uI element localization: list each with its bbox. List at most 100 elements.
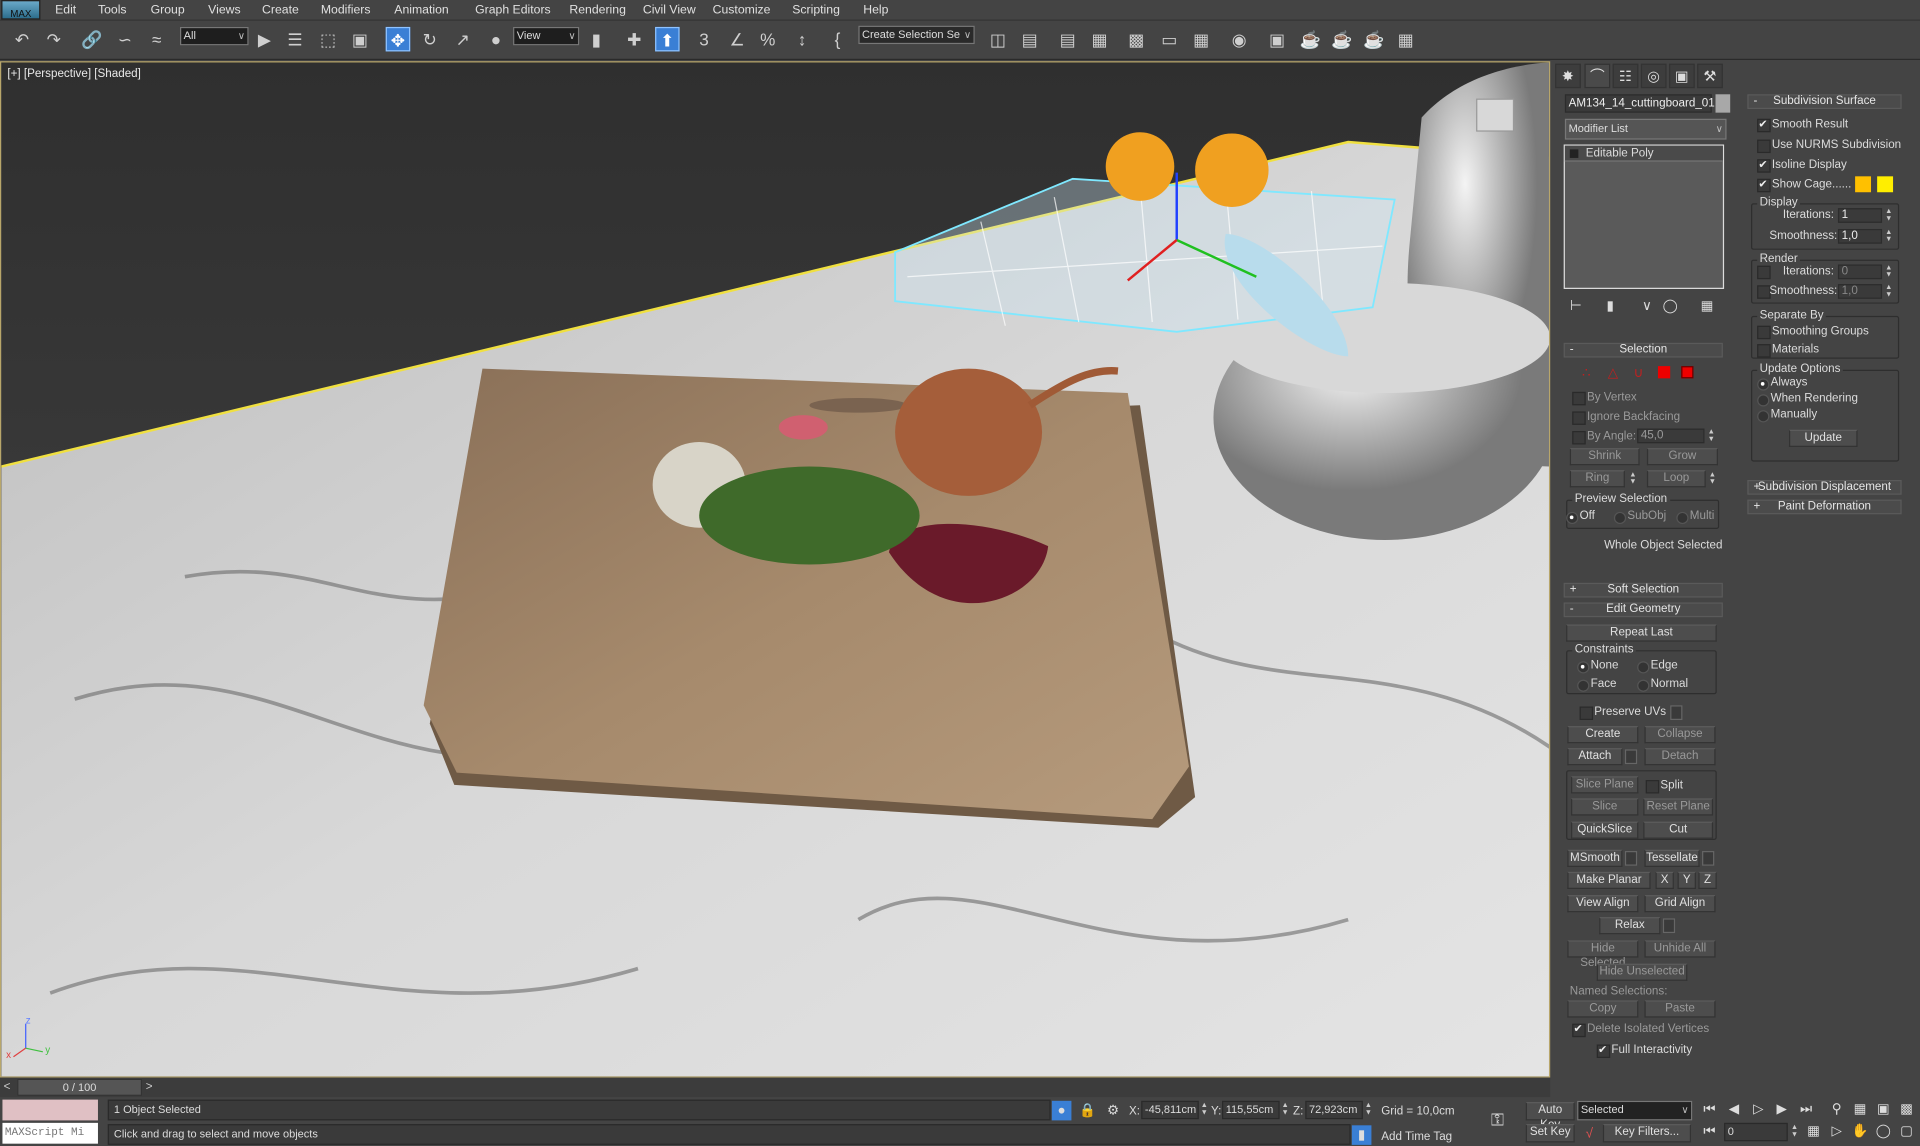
make-unique-icon[interactable]: ∨ bbox=[1637, 296, 1657, 316]
msmooth-settings-icon[interactable] bbox=[1624, 851, 1638, 866]
paint-deformation-rollout-header[interactable]: + Paint Deformation bbox=[1747, 499, 1902, 515]
current-frame-spinner[interactable]: ▲ ▼ bbox=[1790, 1124, 1799, 1139]
soft-selection-rollout-header[interactable]: + Soft Selection bbox=[1563, 582, 1723, 598]
reset-plane-button[interactable]: Reset Plane bbox=[1643, 798, 1714, 816]
split-checkbox[interactable]: Split bbox=[1645, 779, 1683, 794]
relax-settings-icon[interactable] bbox=[1662, 918, 1676, 934]
viewport-label[interactable]: [+] [Perspective] [Shaded] bbox=[7, 67, 141, 80]
zoom-extents-icon[interactable]: ▣ bbox=[1873, 1100, 1893, 1120]
planar-z-button[interactable]: Z bbox=[1698, 871, 1717, 889]
preview-subobj-radio[interactable]: SubObj bbox=[1613, 509, 1666, 525]
materials-checkbox[interactable]: Materials bbox=[1757, 343, 1819, 358]
key-filters-button[interactable]: Key Filters... bbox=[1602, 1124, 1692, 1143]
display-smoothness-spinner[interactable]: ▲ ▼ bbox=[1884, 229, 1893, 244]
z-coordinate-field[interactable]: 72,923cm bbox=[1305, 1100, 1363, 1120]
mirror-icon[interactable]: ◫ bbox=[986, 27, 1010, 51]
select-and-place-icon[interactable]: ● bbox=[484, 27, 508, 51]
keyboard-shortcut-override-icon[interactable]: ⬆ bbox=[655, 26, 680, 52]
show-end-result-icon[interactable]: ▮ bbox=[1600, 296, 1620, 316]
expand-icon[interactable] bbox=[1569, 149, 1579, 158]
slice-plane-button[interactable]: Slice Plane bbox=[1571, 776, 1639, 794]
configure-modifier-sets-icon[interactable]: ▦ bbox=[1697, 296, 1717, 316]
select-and-rotate-icon[interactable]: ↻ bbox=[418, 27, 442, 51]
play-icon[interactable]: ▷ bbox=[1749, 1100, 1769, 1120]
tessellate-settings-icon[interactable] bbox=[1702, 851, 1715, 866]
preserve-uvs-checkbox[interactable]: Preserve UVs bbox=[1579, 705, 1666, 721]
cage-color-swatch[interactable] bbox=[1855, 176, 1872, 193]
display-iterations-field[interactable]: 1 bbox=[1837, 208, 1883, 223]
attach-list-icon[interactable] bbox=[1624, 749, 1638, 765]
view-align-button[interactable]: View Align bbox=[1567, 895, 1639, 913]
zoom-extents-all-icon[interactable]: ▩ bbox=[1897, 1100, 1917, 1120]
slice-button[interactable]: Slice bbox=[1571, 798, 1639, 816]
hide-selected-button[interactable]: Hide Selected bbox=[1567, 940, 1639, 970]
planar-x-button[interactable]: X bbox=[1655, 871, 1674, 889]
default-in-out-tangents-key-icon[interactable]: ⚿ bbox=[1488, 1109, 1508, 1129]
cage-selection-color-swatch[interactable] bbox=[1877, 176, 1894, 193]
loop-spinner[interactable]: ▲ ▼ bbox=[1708, 471, 1717, 486]
material-editor-icon[interactable]: ▦ bbox=[1189, 27, 1213, 51]
layer-explorer-icon[interactable]: ▤ bbox=[1056, 27, 1080, 51]
msmooth-button[interactable]: MSmooth bbox=[1567, 849, 1623, 867]
auto-key-button[interactable]: Auto Key bbox=[1525, 1102, 1575, 1131]
y-coordinate-field[interactable]: 115,55cm bbox=[1222, 1100, 1280, 1120]
a360-render-icon[interactable]: ▦ bbox=[1393, 27, 1417, 51]
menu-create[interactable]: Create bbox=[262, 4, 299, 17]
unhide-all-button[interactable]: Unhide All bbox=[1644, 940, 1716, 958]
object-name-field[interactable]: AM134_14_cuttingboard_01 bbox=[1564, 94, 1715, 113]
maximize-viewport-icon[interactable]: ▢ bbox=[1897, 1122, 1917, 1142]
preview-multi-radio[interactable]: Multi bbox=[1676, 509, 1714, 525]
select-by-name-icon[interactable]: ☰ bbox=[283, 27, 307, 51]
update-manually-radio[interactable]: Manually bbox=[1757, 408, 1817, 423]
border-mode-icon[interactable]: ∪ bbox=[1633, 365, 1643, 381]
select-and-scale-icon[interactable]: ↗ bbox=[451, 27, 475, 51]
field-of-view-icon[interactable]: ▷ bbox=[1827, 1122, 1847, 1142]
update-button[interactable]: Update bbox=[1788, 429, 1858, 447]
create-button[interactable]: Create bbox=[1567, 726, 1639, 744]
render-iterations-checkbox[interactable] bbox=[1757, 264, 1772, 280]
window-crossing-icon[interactable]: ▣ bbox=[348, 27, 372, 51]
element-mode-icon[interactable] bbox=[1681, 366, 1694, 379]
smoothing-groups-checkbox[interactable]: Smoothing Groups bbox=[1757, 324, 1869, 340]
unlink-icon[interactable]: ∽ bbox=[113, 27, 137, 51]
key-mode-selection-dropdown[interactable]: Selected bbox=[1577, 1100, 1693, 1121]
ring-button[interactable]: Ring bbox=[1569, 470, 1625, 488]
update-always-radio[interactable]: Always bbox=[1757, 376, 1807, 391]
toggle-ribbon-icon[interactable]: ▦ bbox=[1087, 27, 1111, 51]
render-activeshade-icon[interactable]: ☕ bbox=[1362, 27, 1386, 51]
paste-button[interactable]: Paste bbox=[1644, 1000, 1716, 1018]
menu-scripting[interactable]: Scripting bbox=[792, 4, 840, 17]
align-icon[interactable]: ▤ bbox=[1018, 27, 1042, 51]
select-object-icon[interactable]: ▶ bbox=[252, 27, 276, 51]
render-iterative-icon[interactable]: ☕ bbox=[1330, 27, 1354, 51]
curve-editor-icon[interactable]: ▩ bbox=[1124, 27, 1148, 51]
go-to-start-icon[interactable]: ⏮ bbox=[1700, 1100, 1720, 1120]
menu-edit[interactable]: Edit bbox=[55, 4, 76, 17]
named-selection-sets-field[interactable]: Create Selection Se bbox=[858, 25, 975, 45]
maxscript-listener-output[interactable] bbox=[2, 1099, 98, 1121]
go-to-end-icon[interactable]: ⏭ bbox=[1796, 1100, 1816, 1120]
add-time-tag-label[interactable]: Add Time Tag bbox=[1381, 1130, 1452, 1143]
zoom-all-icon[interactable]: ▦ bbox=[1850, 1100, 1870, 1120]
menu-views[interactable]: Views bbox=[208, 4, 240, 17]
smooth-result-checkbox[interactable]: Smooth Result bbox=[1757, 116, 1848, 133]
pivot-center-icon[interactable]: ▮ bbox=[584, 27, 608, 51]
quickslice-button[interactable]: QuickSlice bbox=[1571, 821, 1639, 839]
modify-tab-icon[interactable]: ⌒ bbox=[1584, 63, 1611, 89]
copy-button[interactable]: Copy bbox=[1567, 1000, 1639, 1018]
key-mode-toggle-icon[interactable]: ⏮ bbox=[1700, 1122, 1720, 1142]
vertex-mode-icon[interactable]: ∴ bbox=[1582, 365, 1591, 381]
x-spinner[interactable]: ▲ ▼ bbox=[1200, 1102, 1209, 1117]
cut-button[interactable]: Cut bbox=[1643, 821, 1714, 839]
full-interactivity-checkbox[interactable]: Full Interactivity bbox=[1596, 1042, 1692, 1058]
selection-rollout-header[interactable]: - Selection bbox=[1563, 342, 1723, 358]
maxscript-mini-listener[interactable]: MAXScript Mi bbox=[2, 1122, 98, 1144]
angle-snap-icon[interactable]: ∠ bbox=[725, 27, 749, 51]
collapse-button[interactable]: Collapse bbox=[1644, 726, 1716, 744]
attach-button[interactable]: Attach bbox=[1567, 748, 1623, 766]
planar-y-button[interactable]: Y bbox=[1677, 871, 1696, 889]
remove-modifier-icon[interactable]: ◯ bbox=[1660, 296, 1680, 316]
time-configuration-icon[interactable]: ▦ bbox=[1804, 1122, 1824, 1142]
pan-view-icon[interactable]: ✋ bbox=[1850, 1122, 1870, 1142]
menu-civil-view[interactable]: Civil View bbox=[643, 4, 696, 17]
